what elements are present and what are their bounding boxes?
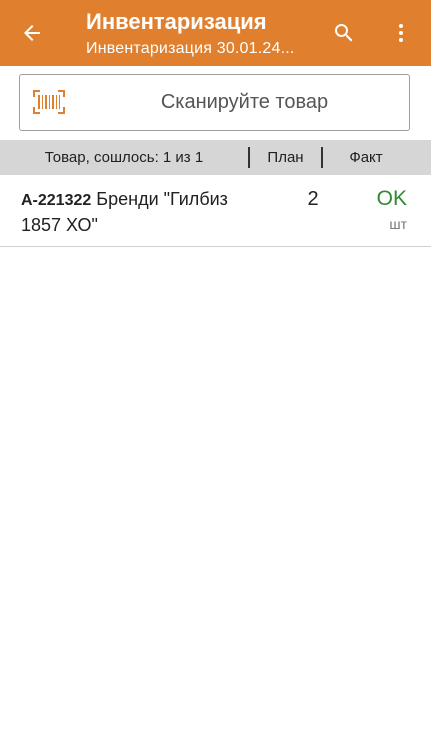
table-row[interactable]: А-221322 Бренди "Гилбиз 1857 ХО" 2 OK шт (0, 175, 431, 247)
column-header-fact: Факт (349, 149, 383, 166)
table-header: Товар, сошлось: 1 из 1 План Факт (0, 140, 431, 175)
column-header-product: Товар, сошлось: 1 из 1 (44, 149, 204, 166)
page-subtitle: Инвентаризация 30.01.24... (86, 40, 295, 57)
product-code: А-221322 (21, 192, 92, 209)
scan-product-field[interactable]: Сканируйте товар (19, 74, 410, 131)
fact-status: OK (376, 187, 407, 210)
back-button[interactable] (12, 14, 52, 52)
product-name-cell: А-221322 Бренди "Гилбиз 1857 ХО" (21, 187, 261, 238)
page-title: Инвентаризация (86, 9, 267, 34)
app-bar: Инвентаризация Инвентаризация 30.01.24..… (0, 0, 431, 66)
overflow-menu-button[interactable] (383, 13, 419, 53)
search-icon (335, 24, 353, 42)
search-button[interactable] (324, 13, 364, 53)
unit-label: шт (389, 216, 407, 232)
more-vertical-icon (399, 24, 403, 42)
plan-quantity: 2 (307, 188, 319, 210)
scan-placeholder: Сканируйте товар (160, 91, 329, 113)
column-header-plan: План (267, 149, 304, 166)
arrow-left-icon (24, 25, 40, 41)
